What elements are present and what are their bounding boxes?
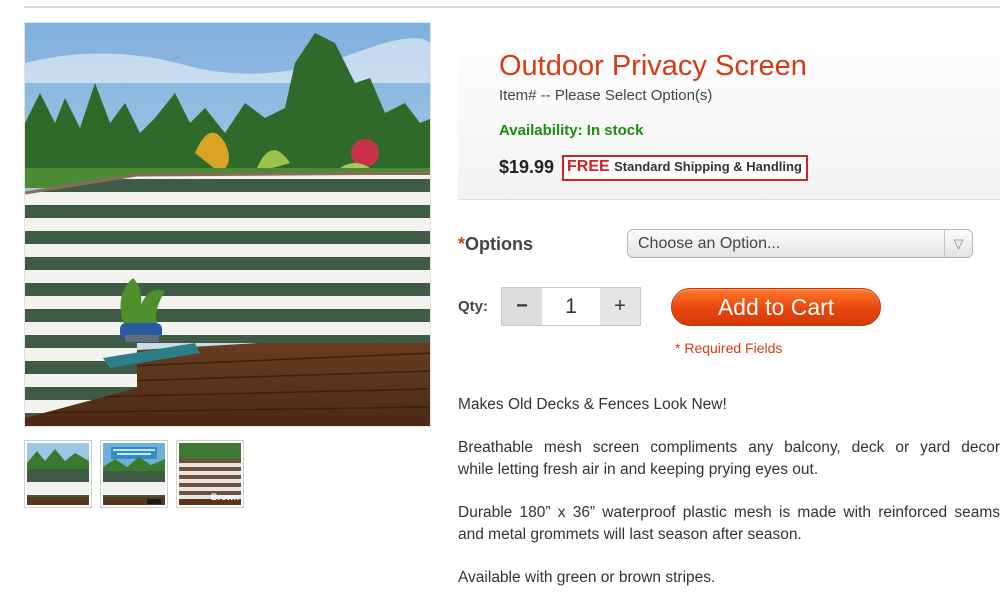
options-label-text: Options <box>465 234 534 254</box>
quantity-input[interactable] <box>542 288 600 325</box>
required-asterisk: * <box>458 234 466 254</box>
thumbnail-2[interactable] <box>100 440 168 508</box>
thumbnail-3[interactable]: Brown <box>176 440 244 508</box>
options-label: *Options <box>458 234 533 255</box>
shipping-free-label: FREE <box>567 158 610 175</box>
description-para-2-line-1: Breathable mesh screen compliments any b… <box>458 439 1000 456</box>
chevron-down-icon: ▽ <box>944 230 972 257</box>
description-para-2-line-2: while letting fresh air in and keeping p… <box>458 461 819 478</box>
privacy-screen-deck-photo <box>25 23 430 426</box>
increase-quantity-button[interactable]: + <box>600 288 640 325</box>
free-shipping-badge: FREE Standard Shipping & Handling <box>562 155 808 181</box>
thumbnail-1[interactable] <box>24 440 92 508</box>
quantity-label: Qty: <box>458 298 488 315</box>
description-headline: Makes Old Decks & Fences Look New! <box>458 396 727 413</box>
description-para-3-line-1: Durable 180” x 36” waterproof plastic me… <box>458 504 1000 521</box>
quantity-stepper: − + <box>501 287 641 326</box>
add-to-cart-button[interactable]: Add to Cart <box>671 288 881 326</box>
product-info-panel: Outdoor Privacy Screen Item# -- Please S… <box>458 22 1000 200</box>
item-number: Item# -- Please Select Option(s) <box>499 87 713 104</box>
description-para-3-line-2: and metal grommets will last season afte… <box>458 526 802 543</box>
product-main-image[interactable] <box>24 22 431 427</box>
description-colors: Available with green or brown stripes. <box>458 569 716 586</box>
shipping-text: Standard Shipping & Handling <box>614 159 802 174</box>
decrease-quantity-button[interactable]: − <box>502 288 542 325</box>
thumbnail-promo-image <box>103 443 165 505</box>
product-price: $19.99 <box>499 157 555 177</box>
option-select[interactable]: Choose an Option... ▽ <box>627 229 973 258</box>
thumbnail-green-deck-image <box>27 443 89 505</box>
availability-status: Availability: In stock <box>499 122 644 139</box>
product-title: Outdoor Privacy Screen <box>499 50 807 82</box>
option-select-value: Choose an Option... <box>638 235 781 252</box>
required-fields-note: * Required Fields <box>675 340 783 356</box>
thumbnail-3-label: Brown <box>211 492 239 502</box>
top-divider <box>24 6 1000 8</box>
